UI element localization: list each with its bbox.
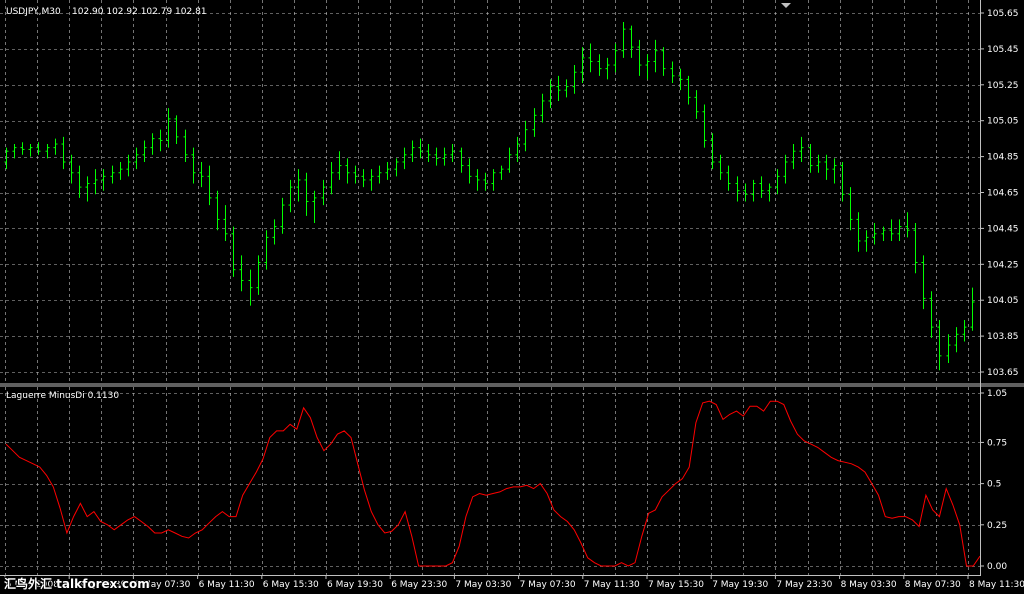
price-tick-label: 103.85 — [987, 332, 1019, 342]
time-tick-label: 8 May 11:30 — [969, 580, 1024, 590]
indicator-tick-label: 0.00 — [987, 562, 1007, 572]
indicator-tick-label: 1.05 — [987, 389, 1007, 399]
price-tick-label: 104.65 — [987, 189, 1019, 199]
indicator-tick-label: 0.5 — [987, 480, 1001, 490]
indicator-tick-label: 0.75 — [987, 438, 1007, 448]
price-tick-label: 104.45 — [987, 224, 1019, 234]
price-panel-ohlc: 102.90 102.92 102.79 102.81 — [72, 7, 207, 17]
time-tick-label: 6 May 15:30 — [263, 580, 319, 590]
time-tick-label: 6 May 19:30 — [327, 580, 383, 590]
price-tick-label: 104.85 — [987, 153, 1019, 163]
price-tick-label: 104.25 — [987, 260, 1019, 270]
time-tick-label: 7 May 07:30 — [520, 580, 576, 590]
time-tick-label: 7 May 03:30 — [455, 580, 511, 590]
price-tick-label: 105.05 — [987, 117, 1019, 127]
chart-background — [0, 0, 1024, 594]
time-tick-label: 7 May 15:30 — [648, 580, 704, 590]
price-tick-label: 105.45 — [987, 45, 1019, 55]
price-tick-label: 105.25 — [987, 81, 1019, 91]
price-tick-label: 105.65 — [987, 9, 1019, 19]
time-tick-label: 6 May 11:30 — [199, 580, 255, 590]
time-tick-label: 8 May 07:30 — [905, 580, 961, 590]
price-panel-title: USDJPY,M30 — [6, 7, 61, 17]
price-tick-label: 103.65 — [987, 368, 1019, 378]
indicator-tick-label: 0.25 — [987, 521, 1007, 531]
time-tick-label: 6 May 23:30 — [391, 580, 447, 590]
price-tick-label: 104.05 — [987, 296, 1019, 306]
time-tick-label: 7 May 23:30 — [776, 580, 832, 590]
chart-canvas: USDJPY,M30 102.90 102.92 102.79 102.81 L… — [0, 0, 1024, 594]
watermark-text: 汇鸟外汇 talkforex.com — [4, 576, 150, 591]
time-tick-label: 8 May 03:30 — [841, 580, 897, 590]
indicator-panel-title: Laguerre MinusDi 0.1130 — [6, 391, 119, 401]
time-tick-label: 7 May 19:30 — [712, 580, 768, 590]
time-tick-label: 7 May 11:30 — [584, 580, 640, 590]
